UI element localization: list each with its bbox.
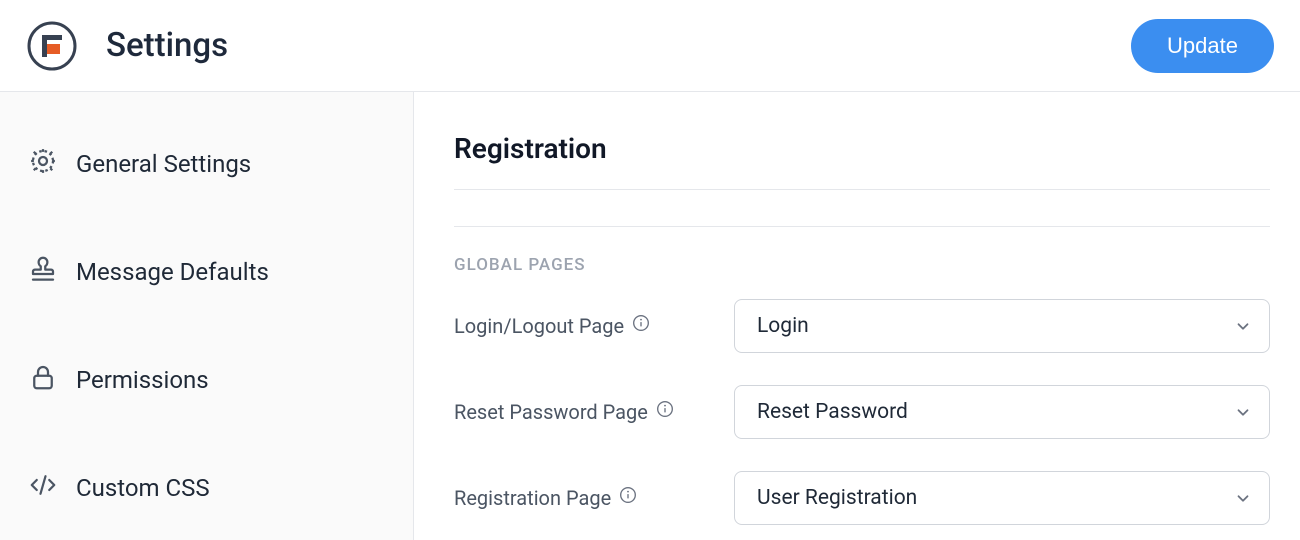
sidebar-item-label: General Settings [76,150,251,178]
form-row-login-logout-page: Login/Logout Page Login [454,299,1270,353]
select-value: Reset Password [757,400,908,424]
lock-icon [28,362,58,398]
sidebar-item-label: Custom CSS [76,474,210,502]
field-label: Registration Page [454,486,611,510]
form-label: Registration Page [454,486,734,510]
code-icon [28,470,58,506]
section-divider [454,226,1270,227]
sidebar-item-general-settings[interactable]: General Settings [24,136,413,192]
header-left: Settings [26,20,228,72]
form-label: Reset Password Page [454,400,734,424]
subsection-label-global-pages: GLOBAL PAGES [454,255,1270,275]
field-label: Reset Password Page [454,400,648,424]
field-label: Login/Logout Page [454,314,624,338]
app-body: General Settings Message Defaults Permis… [0,92,1300,540]
sidebar-item-message-defaults[interactable]: Message Defaults [24,244,413,300]
page-title: Settings [106,26,228,65]
info-icon[interactable] [656,400,674,418]
form-label: Login/Logout Page [454,314,734,338]
section-title-registration: Registration [454,132,1270,190]
app-header: Settings Update [0,0,1300,92]
main-panel: Registration GLOBAL PAGES Login/Logout P… [414,92,1300,540]
info-icon[interactable] [619,486,637,504]
select-login-logout-page[interactable]: Login [734,299,1270,353]
select-value: Login [757,314,809,338]
info-icon[interactable] [632,314,650,332]
gear-icon [28,146,58,182]
select-registration-page[interactable]: User Registration [734,471,1270,525]
sidebar-item-label: Message Defaults [76,258,269,286]
app-logo-icon [26,20,78,72]
sidebar-item-label: Permissions [76,366,209,394]
update-button[interactable]: Update [1131,19,1274,73]
stamp-icon [28,254,58,290]
sidebar-item-custom-css[interactable]: Custom CSS [24,460,413,516]
form-row-registration-page: Registration Page User Registration [454,471,1270,525]
sidebar-item-permissions[interactable]: Permissions [24,352,413,408]
sidebar: General Settings Message Defaults Permis… [0,92,414,540]
select-value: User Registration [757,486,917,510]
select-reset-password-page[interactable]: Reset Password [734,385,1270,439]
form-row-reset-password-page: Reset Password Page Reset Password [454,385,1270,439]
form-rows: Login/Logout Page Login [454,299,1270,525]
